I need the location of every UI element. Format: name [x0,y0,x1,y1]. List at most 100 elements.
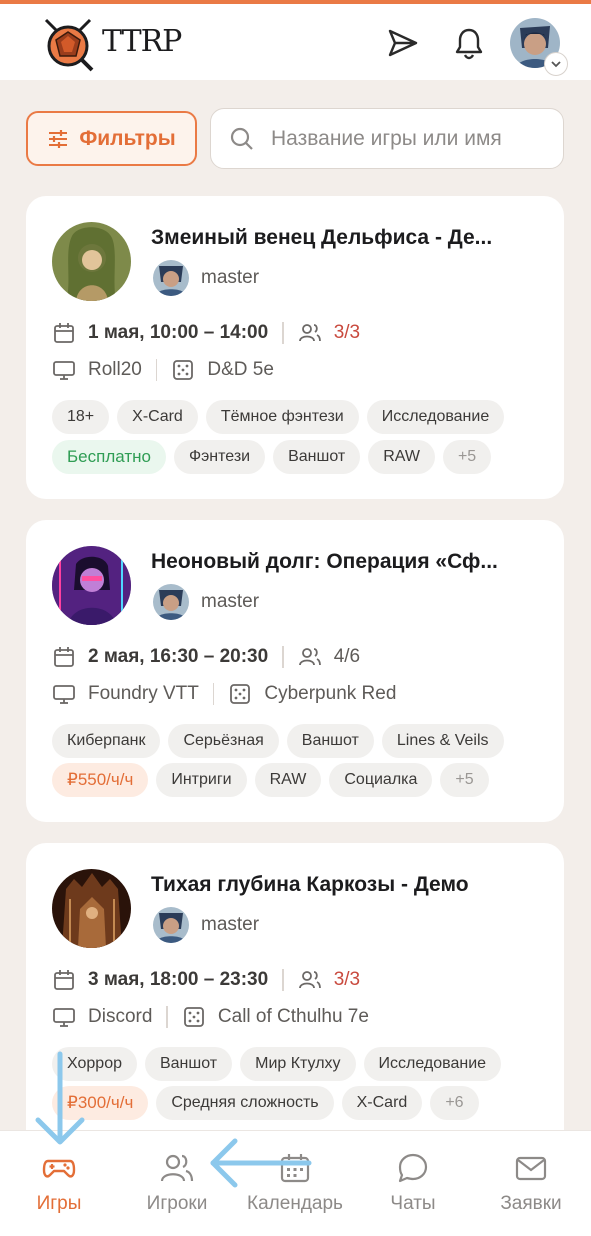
tag[interactable]: Мир Ктулху [240,1047,356,1081]
game-cover [52,869,131,948]
monitor-icon [53,685,75,704]
dice-icon [230,684,251,704]
users-icon [298,971,321,989]
monitor-icon [53,361,75,380]
calendar-icon [54,323,74,343]
game-card[interactable]: Змеиный венец Дельфиса - Де... master 1 … [26,196,564,499]
master-name[interactable]: master [201,591,259,613]
more-tags-badge[interactable]: +5 [442,440,492,474]
search-input[interactable] [271,126,561,151]
game-date: 3 мая, 18:00 – 23:30 [88,969,269,990]
nav-label: Заявки [500,1193,562,1214]
tag[interactable]: Ваншот [273,440,361,474]
tags-row: ₽300/ч/ч Средняя сложность X-Card +6 [52,1086,479,1120]
bottom-navigation: Игры Игроки Календарь Чаты Заявки [0,1130,591,1236]
game-card[interactable]: Тихая глубина Каркозы - Демо master 3 ма… [26,843,564,1153]
users-icon [160,1154,194,1182]
nav-label: Игроки [146,1193,208,1214]
tag[interactable]: Исследование [366,400,505,434]
filters-button[interactable]: Фильтры [26,111,197,166]
tag[interactable]: RAW [368,440,435,474]
master-avatar[interactable] [153,260,189,296]
tag[interactable]: Социалка [329,763,433,797]
tags-row: ₽550/ч/ч Интриги RAW Социалка +5 [52,763,489,797]
logo-icon[interactable] [38,14,98,74]
divider [212,683,215,705]
tag[interactable]: Ваншот [286,724,374,758]
game-cover [52,546,131,625]
tags-row: Киберпанк Серьёзная Ваншот Lines & Veils [52,724,504,758]
search-icon [230,127,253,150]
platform-name: Roll20 [88,359,142,380]
app-header: TTRP [0,4,591,80]
system-name: Call of Cthulhu 7e [217,1006,369,1027]
chat-icon [398,1153,428,1183]
tag[interactable]: Тёмное фэнтези [205,400,359,434]
bell-icon[interactable] [452,26,486,60]
users-icon [298,324,321,342]
nav-label: Чаты [390,1193,436,1214]
tag[interactable]: Хоррор [52,1047,137,1081]
tag[interactable]: Серьёзная [168,724,279,758]
tag[interactable]: Ваншот [144,1047,233,1081]
tag[interactable]: RAW [254,763,322,797]
master-avatar[interactable] [153,907,189,943]
tag[interactable]: Средняя сложность [156,1086,334,1120]
nav-label: Календарь [247,1193,343,1214]
price-badge: ₽550/ч/ч [52,763,149,797]
tag[interactable]: Фэнтези [173,440,266,474]
game-title[interactable]: Змеиный венец Дельфиса - Де... [151,226,546,250]
sliders-icon [49,129,68,148]
nav-item-chats[interactable]: Чаты [354,1151,472,1215]
tag[interactable]: X-Card [117,400,198,434]
platform-name: Foundry VTT [88,683,199,704]
calendar-icon [54,970,74,990]
mail-icon [515,1156,547,1181]
tag[interactable]: 18+ [52,400,110,434]
divider [155,359,158,381]
game-date: 1 мая, 10:00 – 14:00 [88,322,269,343]
players-count: 4/6 [333,646,361,667]
game-platform-row: Foundry VTT Cyberpunk Red [52,682,396,706]
tag[interactable]: Интриги [156,763,247,797]
master-name[interactable]: master [201,267,259,289]
master-avatar[interactable] [153,584,189,620]
chevron-down-icon[interactable] [544,52,568,76]
send-icon[interactable] [386,26,420,60]
tag[interactable]: Lines & Veils [381,724,504,758]
nav-item-players[interactable]: Игроки [118,1151,236,1215]
nav-label: Игры [36,1193,82,1214]
system-name: Cyberpunk Red [264,683,397,704]
tag[interactable]: Киберпанк [52,724,161,758]
system-name: D&D 5e [207,359,274,380]
tags-row: 18+ X-Card Тёмное фэнтези Исследование [52,400,505,434]
game-schedule-row: 2 мая, 16:30 – 20:30 4/6 [52,645,360,669]
tags-row: Хоррор Ваншот Мир Ктулху Исследование [52,1047,502,1081]
divider [282,969,284,991]
price-badge: Бесплатно [52,440,166,474]
platform-name: Discord [88,1006,153,1027]
nav-item-calendar[interactable]: Календарь [236,1151,354,1215]
calendar-icon [280,1154,310,1183]
nav-item-requests[interactable]: Заявки [472,1151,590,1215]
divider [282,646,284,668]
game-title[interactable]: Тихая глубина Каркозы - Демо [151,873,546,897]
calendar-icon [54,647,74,667]
gamepad-icon [42,1159,76,1178]
master-name[interactable]: master [201,914,259,936]
tag[interactable]: Исследование [363,1047,502,1081]
more-tags-badge[interactable]: +5 [440,763,489,797]
game-platform-row: Roll20 D&D 5e [52,358,274,382]
search-box[interactable] [210,108,564,169]
price-badge: ₽300/ч/ч [52,1086,149,1120]
game-cover [52,222,131,301]
game-card[interactable]: Неоновый долг: Операция «Сф... master 2 … [26,520,564,822]
more-tags-badge[interactable]: +6 [430,1086,479,1120]
users-icon [298,648,321,666]
game-title[interactable]: Неоновый долг: Операция «Сф... [151,550,546,574]
tag[interactable]: X-Card [341,1086,423,1120]
nav-item-games[interactable]: Игры [0,1151,118,1215]
dice-icon [173,360,194,380]
players-count: 3/3 [333,969,361,990]
divider [166,1006,168,1028]
